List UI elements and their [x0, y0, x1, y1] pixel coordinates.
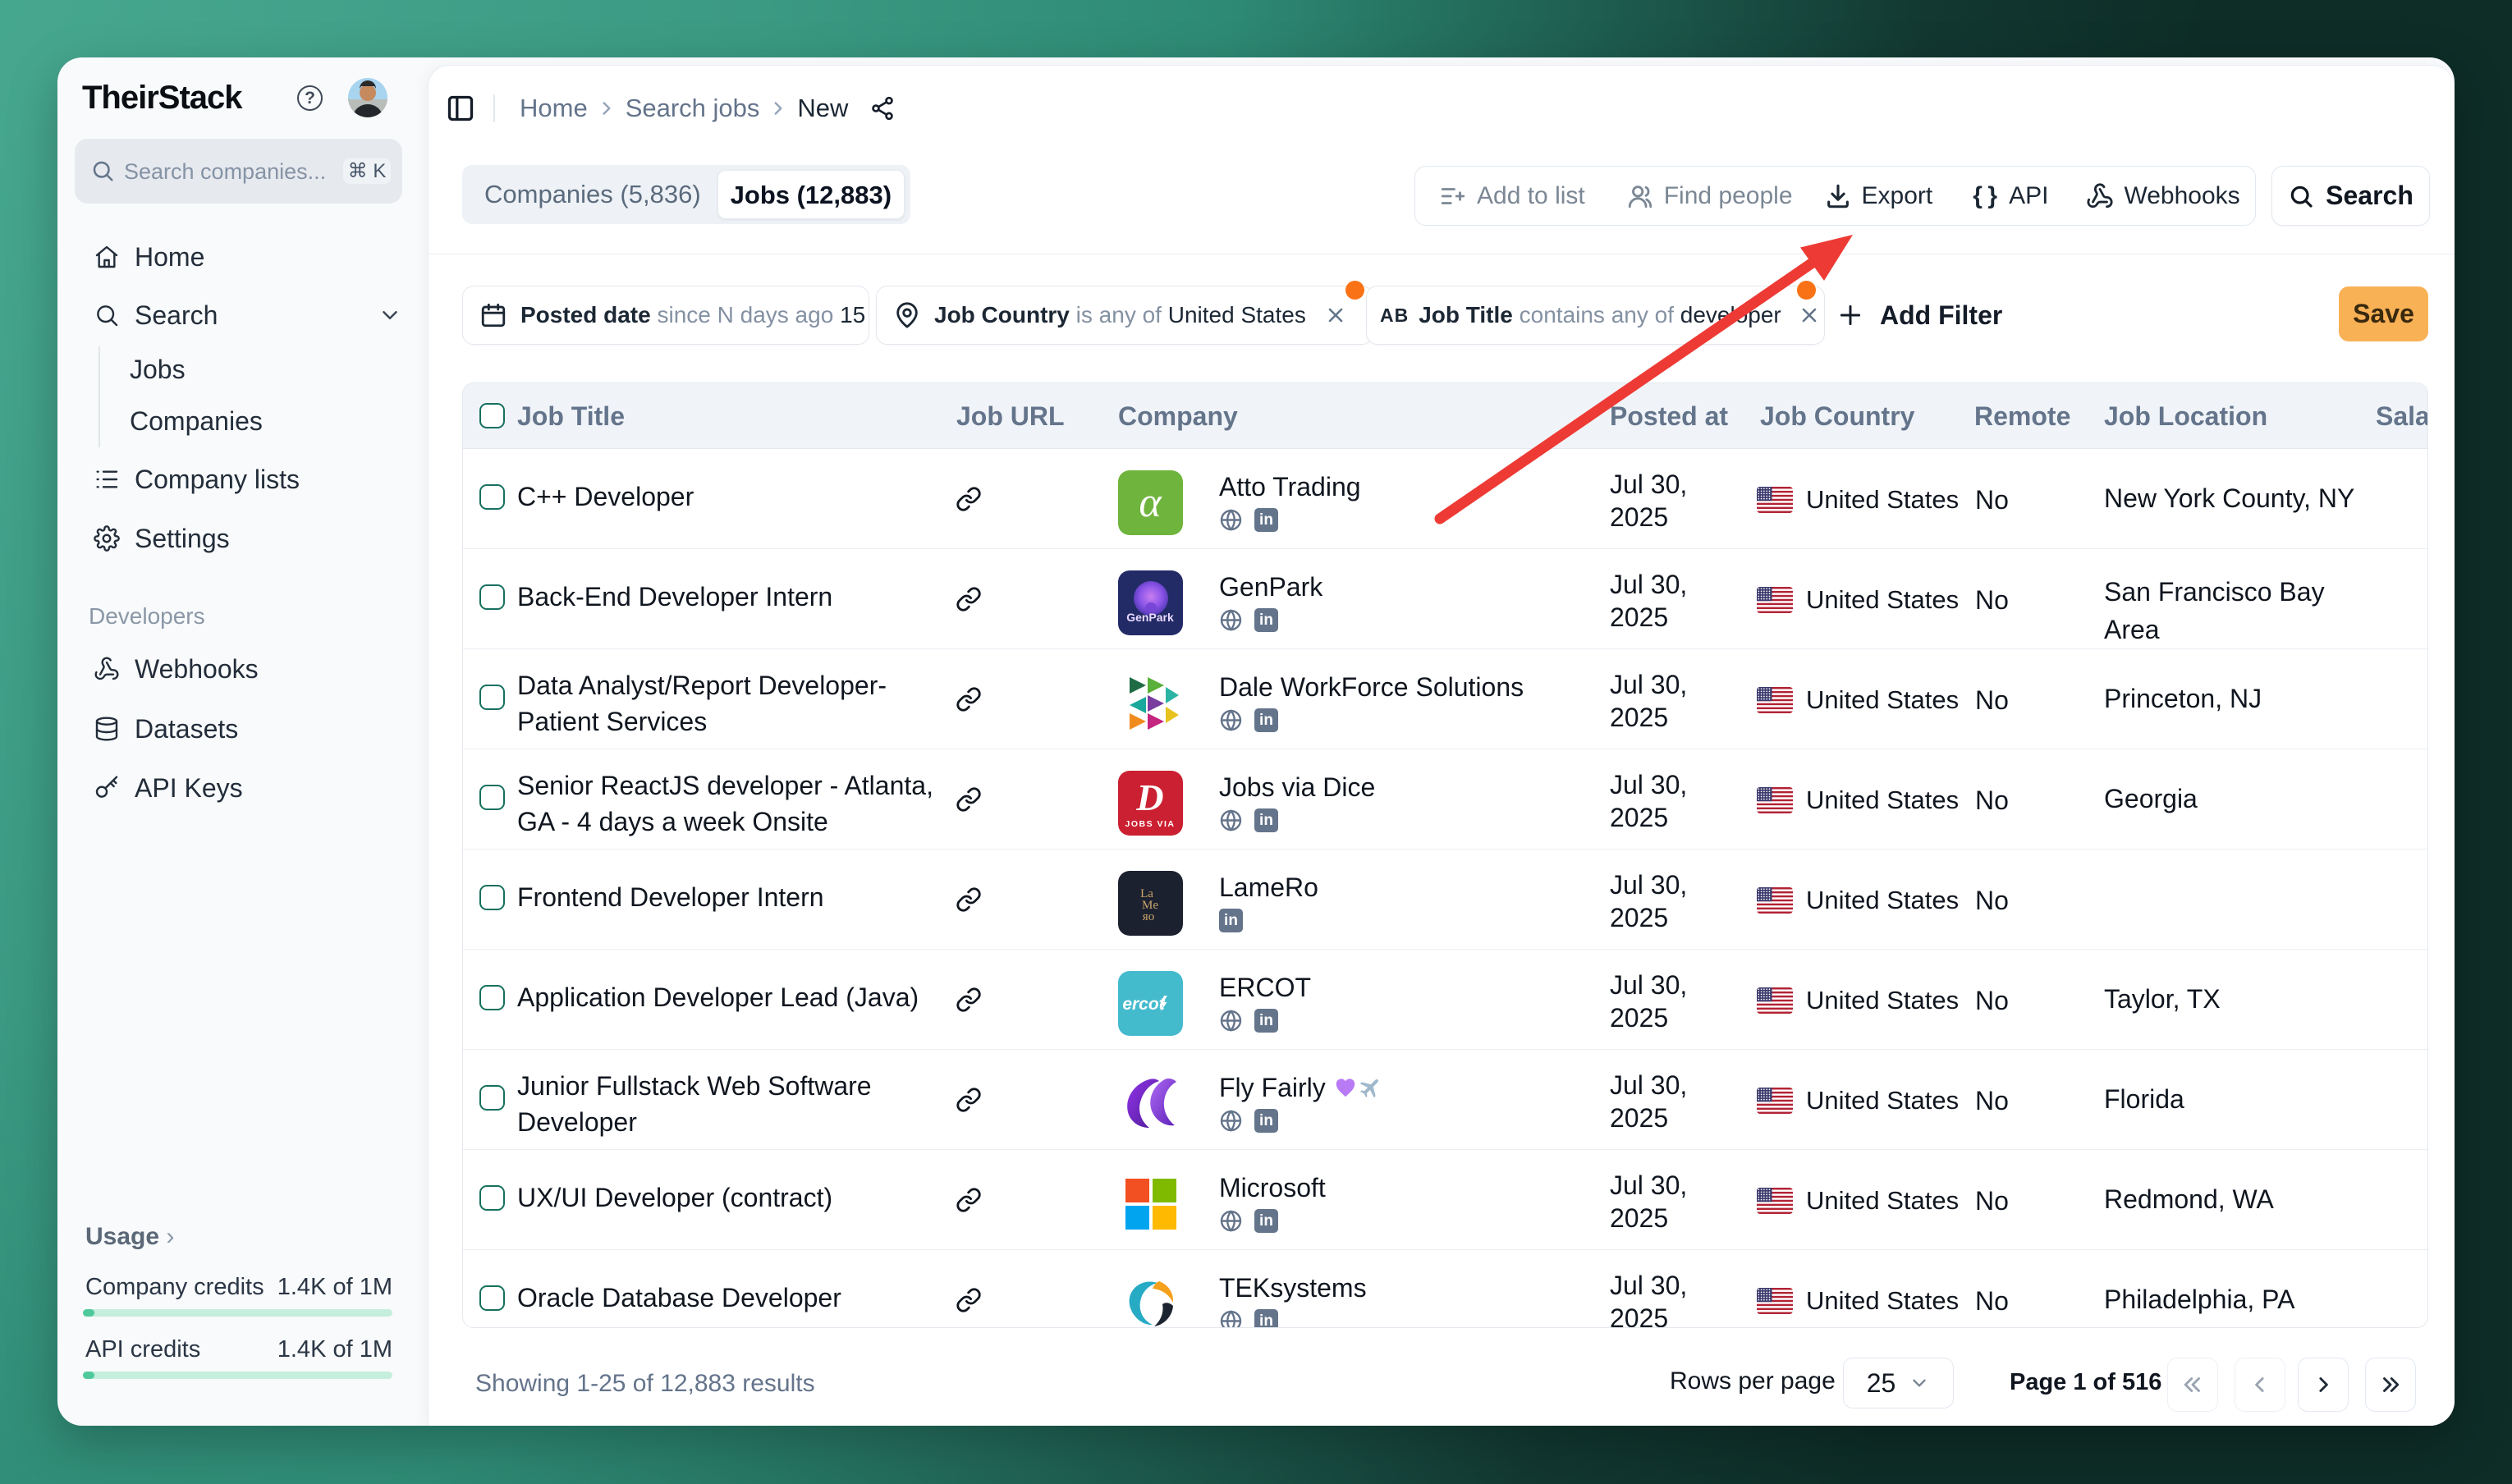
svg-text:JOBS VIA: JOBS VIA	[1125, 819, 1175, 829]
svg-text:D: D	[1135, 776, 1163, 818]
svg-text:α: α	[1139, 479, 1162, 526]
svg-text:GenPark: GenPark	[1126, 611, 1174, 624]
svg-text:ercot: ercot	[1122, 995, 1165, 1014]
svg-text:яo: яo	[1143, 910, 1154, 923]
